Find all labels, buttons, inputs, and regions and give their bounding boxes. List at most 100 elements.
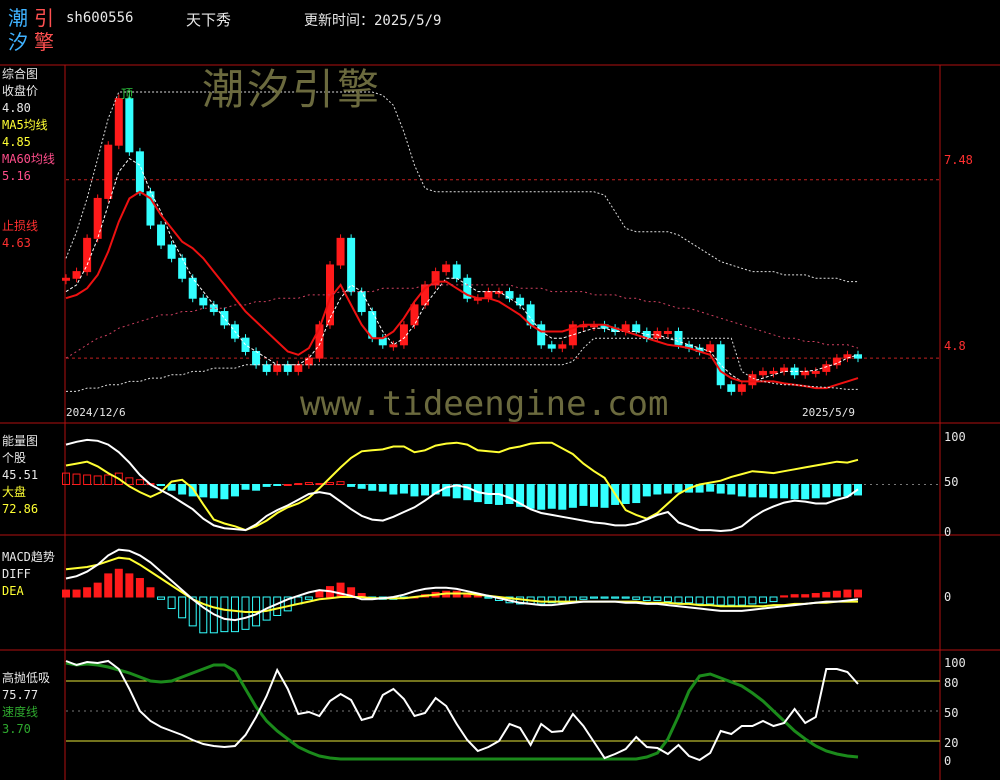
energy-panel — [62, 438, 940, 533]
macd-bar — [62, 589, 70, 598]
energy-bar — [294, 483, 303, 486]
energy-bar — [737, 484, 746, 497]
candle-body — [663, 331, 672, 334]
energy-title: 能量图 — [2, 434, 39, 448]
candle-body — [252, 350, 261, 366]
energy-bar — [336, 481, 345, 485]
energy-bar — [104, 474, 113, 485]
energy-bar — [758, 484, 767, 498]
oscillator-panel — [65, 659, 940, 762]
energy-bar — [252, 484, 261, 491]
macd-bar — [93, 582, 102, 598]
candle-body — [452, 264, 461, 279]
candle-body — [442, 264, 451, 273]
energy-bar — [241, 484, 250, 490]
candle-body — [262, 364, 271, 372]
macd-bar — [653, 596, 662, 601]
macd-bar — [611, 596, 620, 599]
energy-bar — [526, 484, 535, 509]
dea-line — [65, 556, 858, 613]
macd-bar — [135, 578, 144, 598]
macd-bar — [748, 596, 757, 605]
energy-bar — [389, 484, 398, 495]
macd-bar — [579, 596, 588, 600]
energy-bar — [748, 484, 757, 498]
ma5-value: 4.85 — [2, 135, 31, 149]
macd-panel — [62, 548, 862, 634]
energy-bar — [209, 484, 218, 499]
macd-bar — [590, 596, 598, 599]
candle-body — [737, 384, 746, 392]
macd-bar — [125, 573, 134, 598]
energy-bar — [621, 484, 630, 504]
ma60-value: 5.16 — [2, 169, 31, 183]
energy-bar — [790, 484, 799, 500]
energy-bar — [600, 484, 609, 508]
candle-body — [558, 344, 567, 349]
candle-body — [220, 311, 229, 326]
macd-bar — [315, 590, 324, 598]
macd-bar — [674, 596, 683, 604]
energy-bar — [421, 484, 430, 496]
energy-bar — [72, 473, 81, 485]
osc-value: 75.77 — [2, 688, 39, 702]
candle-body — [72, 271, 81, 279]
candle-body — [294, 364, 303, 372]
macd-bar — [241, 596, 250, 630]
diff-line — [65, 548, 859, 622]
main-panel-title: 综合图 — [2, 67, 39, 81]
energy-bar — [93, 475, 102, 486]
candle-body — [157, 224, 166, 246]
close-value: 4.80 — [2, 101, 31, 115]
macd-bar — [72, 589, 81, 598]
macd-bar — [727, 596, 736, 606]
candle-body — [283, 364, 292, 372]
macd-bar — [832, 590, 841, 598]
energy-bar — [558, 484, 567, 510]
candle-body — [727, 384, 736, 392]
energy-bar — [357, 484, 366, 489]
url-watermark: www.tideengine.com — [300, 384, 669, 424]
candle-body — [547, 344, 556, 349]
energy-bar — [716, 484, 725, 494]
energy-legend: 能量图 个股 45.51 大盘 72.86 — [2, 433, 38, 518]
candle-body — [93, 197, 102, 239]
macd-bar — [663, 596, 672, 603]
candle-body — [273, 364, 282, 372]
osc-legend: 高抛低吸 75.77 速度线 3.70 — [2, 670, 50, 738]
ma60-label: MA60均线 — [2, 152, 55, 166]
energy-bar — [273, 484, 282, 486]
macd-bar — [758, 596, 767, 604]
candle-body — [104, 144, 113, 199]
candle-body — [83, 237, 92, 273]
price-panel — [62, 91, 940, 396]
macd-bar — [716, 596, 725, 606]
osc-tick-100: 100 — [944, 656, 966, 670]
osc-tick-80: 80 — [944, 676, 959, 690]
macd-bar — [695, 596, 704, 605]
energy-bar — [811, 484, 820, 499]
stop-label: 止损线 — [2, 219, 39, 233]
candle-body — [811, 370, 820, 374]
macd-bar — [822, 591, 831, 598]
macd-bar — [146, 587, 155, 598]
candle-body — [758, 370, 767, 376]
energy-bar — [62, 472, 70, 486]
dea-label: DEA — [2, 584, 24, 598]
macd-bar — [230, 596, 239, 633]
energy-bar — [326, 482, 334, 486]
energy-bar — [674, 484, 683, 493]
macd-bar — [685, 596, 694, 604]
energy-bar — [663, 484, 672, 494]
candle-body — [336, 237, 345, 266]
energy-bar — [579, 484, 588, 506]
energy-bar — [220, 484, 229, 500]
macd-bar — [854, 589, 862, 598]
osc-tick-20: 20 — [944, 736, 959, 750]
macd-bar — [157, 596, 166, 600]
energy-bar — [83, 474, 92, 485]
energy-bar — [283, 484, 292, 486]
date-start: 2024/12/6 — [66, 406, 126, 419]
energy-bar — [347, 484, 356, 487]
energy-bar — [632, 484, 641, 504]
